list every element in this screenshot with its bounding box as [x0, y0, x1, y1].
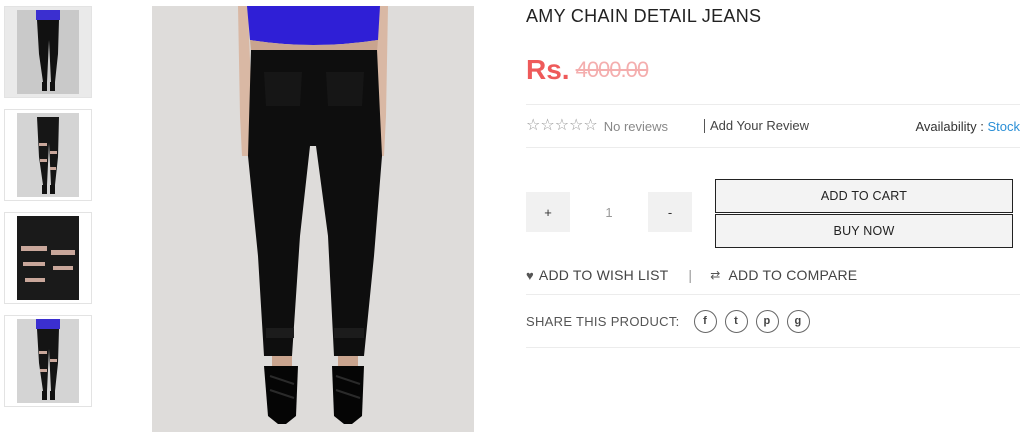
price-currency: Rs. [526, 54, 570, 85]
heart-icon: ♥ [526, 267, 534, 283]
add-review-link[interactable]: Add Your Review [704, 119, 809, 133]
rating-stars-icon: ☆☆☆☆☆ [526, 117, 598, 134]
product-price: Rs. 4000.00 [526, 52, 1020, 88]
product-title: AMY CHAIN DETAIL JEANS [526, 6, 762, 26]
availability-value: Stock [987, 118, 1020, 134]
no-reviews-label: No reviews [603, 118, 669, 134]
price-value: 4000.00 [575, 57, 650, 82]
quantity-input[interactable]: 1 [570, 192, 648, 232]
compare-label: ADD TO COMPARE [728, 267, 858, 283]
availability: Availability : Stock [915, 119, 1020, 134]
cart-area: + 1 - ADD TO CART BUY NOW [526, 148, 1020, 256]
divider [526, 347, 1020, 348]
compare-icon: ⇄ [710, 268, 721, 282]
facebook-icon[interactable]: f [693, 309, 717, 333]
add-to-cart-button[interactable]: ADD TO CART [715, 179, 1013, 213]
thumbnail-2[interactable] [4, 109, 92, 201]
thumbnail-3[interactable] [4, 212, 92, 304]
thumbnail-image [17, 10, 79, 94]
thumbnail-image [17, 319, 79, 403]
add-to-compare-link[interactable]: ⇄ ADD TO COMPARE [710, 267, 857, 283]
availability-label: Availability : [915, 118, 988, 134]
buy-now-button[interactable]: BUY NOW [715, 214, 1013, 248]
google-plus-icon[interactable]: g [786, 309, 810, 333]
thumbnail-1[interactable] [4, 6, 92, 98]
review-row: ☆☆☆☆☆ No reviews Add Your Review Availab… [526, 105, 1020, 147]
pinterest-icon[interactable]: p [755, 309, 779, 333]
share-label: SHARE THIS PRODUCT: [526, 313, 680, 329]
actions-separator: | [688, 267, 693, 283]
quantity-decrease-button[interactable]: - [648, 192, 692, 232]
wishlist-label: ADD TO WISH LIST [538, 267, 669, 283]
actions-row: ♥ ADD TO WISH LIST | ⇄ ADD TO COMPARE [526, 256, 1020, 294]
thumbnail-list [4, 6, 92, 418]
thumbnail-image [17, 113, 79, 197]
twitter-icon[interactable]: t [724, 309, 748, 333]
thumbnail-4[interactable] [4, 315, 92, 407]
product-info: AMY CHAIN DETAIL JEANS Rs. 4000.00 ☆☆☆☆☆… [526, 6, 1020, 348]
main-product-image[interactable] [152, 6, 474, 432]
quantity-increase-button[interactable]: + [526, 192, 570, 232]
thumbnail-image [17, 216, 79, 300]
add-to-wishlist-link[interactable]: ♥ ADD TO WISH LIST [526, 267, 668, 283]
share-row: SHARE THIS PRODUCT: f t p g [526, 295, 1020, 347]
quantity-stepper: + 1 - [526, 192, 692, 232]
